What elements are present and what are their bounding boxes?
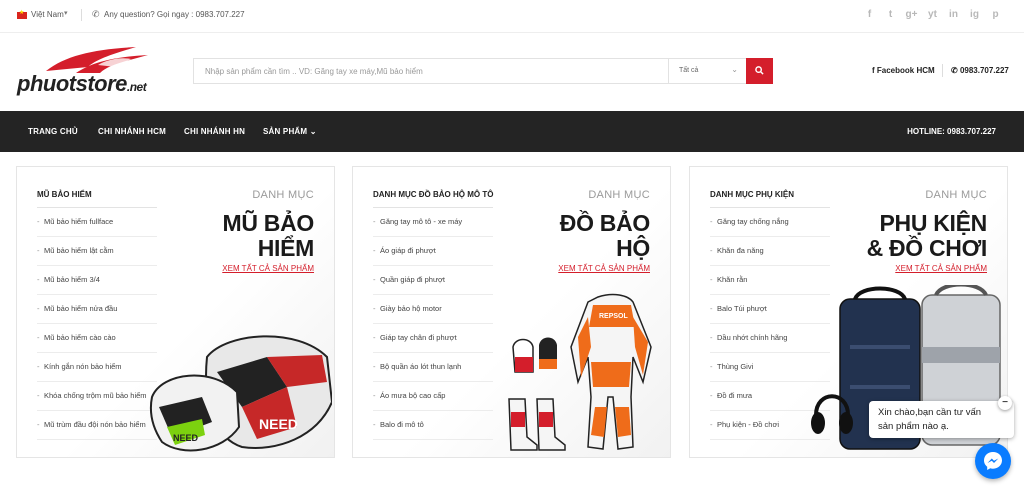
list-item[interactable]: Mũ trùm đầu đội nón bảo hiểm	[37, 411, 157, 440]
nav-item-hcm[interactable]: CHI NHÁNH HCM	[98, 127, 166, 136]
helmets-image: NEED NEED	[149, 335, 332, 452]
svg-text:NEED: NEED	[173, 433, 199, 443]
search-bar: Tất cả ⌄	[193, 58, 773, 84]
facebook-hcm-link[interactable]: f Facebook HCM	[872, 66, 935, 75]
search-icon	[755, 66, 764, 75]
social-links: f t g+ yt in ig p	[859, 8, 1006, 22]
divider	[0, 32, 1024, 33]
caret-down-icon[interactable]: ▾	[64, 9, 68, 17]
divider	[942, 64, 943, 77]
pinterest-icon[interactable]: p	[985, 8, 1006, 22]
panel-title: DANH MỤC ĐỒ BẢO HỘ MÔ TÔ	[373, 190, 494, 199]
list-item[interactable]: Quần giáp đi phượt	[373, 266, 493, 295]
panel-heading: PHỤ KIỆN & ĐỒ CHƠI	[866, 210, 988, 261]
see-all-link[interactable]: XEM TẤT CẢ SẢN PHẨM	[558, 264, 650, 273]
list-item[interactable]: Giày bảo hộ motor	[373, 295, 493, 324]
twitter-icon[interactable]: t	[880, 8, 901, 22]
search-category-label: Tất cả	[679, 67, 699, 74]
svg-text:NEED: NEED	[259, 416, 298, 432]
site-logo[interactable]: phuotstore.net	[16, 45, 181, 100]
panel-heading: ĐỒ BẢO HỘ	[559, 210, 651, 261]
search-button[interactable]	[746, 58, 773, 84]
svg-text:REPSOL: REPSOL	[599, 313, 629, 320]
instagram-icon[interactable]: ig	[964, 8, 985, 22]
phone-icon: ✆	[92, 9, 100, 19]
vietnam-flag-icon	[17, 9, 27, 19]
nav-hotline: HOTLINE: 0983.707.227	[907, 127, 996, 136]
list-item[interactable]: Mũ bảo hiểm lật cằm	[37, 237, 157, 266]
category-list: Găng tay mô tô - xe máy Áo giáp đi phượt…	[373, 208, 493, 440]
nav-item-home[interactable]: TRANG CHỦ	[28, 127, 78, 136]
racing-suit-image: REPSOL	[508, 293, 652, 451]
google-plus-icon[interactable]: g+	[901, 8, 922, 22]
header-phone[interactable]: ✆ 0983.707.227	[951, 66, 1009, 75]
divider	[81, 9, 82, 21]
logo-text: phuotstore.net	[17, 71, 147, 96]
close-icon[interactable]: −	[998, 396, 1012, 410]
language-selector[interactable]: Việt Nam	[31, 10, 64, 19]
chevron-down-icon: ⌄	[309, 127, 317, 136]
list-item[interactable]: Giáp tay chân đi phượt	[373, 324, 493, 353]
list-item[interactable]: Kính gắn nón bảo hiểm	[37, 353, 157, 382]
list-item[interactable]: Mũ bảo hiểm 3/4	[37, 266, 157, 295]
list-item[interactable]: Balo đi mô tô	[373, 411, 493, 440]
panel-title: DANH MỤC PHỤ KIỆN	[710, 190, 794, 199]
see-all-link[interactable]: XEM TẤT CẢ SẢN PHẨM	[222, 264, 314, 273]
top-bar: Việt Nam ▾ ✆ Any question? Gọi ngay : 09…	[0, 0, 1024, 32]
search-category-select[interactable]: Tất cả ⌄	[668, 59, 747, 83]
youtube-icon[interactable]: yt	[922, 8, 943, 22]
messenger-button[interactable]	[975, 443, 1011, 479]
list-item[interactable]: Mũ bảo hiểm cào cào	[37, 324, 157, 353]
see-all-link[interactable]: XEM TẤT CẢ SẢN PHẨM	[895, 264, 987, 273]
list-item[interactable]: Áo mưa bộ cao cấp	[373, 382, 493, 411]
main-nav: TRANG CHỦ CHI NHÁNH HCM CHI NHÁNH HN SẢN…	[0, 111, 1024, 152]
facebook-icon[interactable]: f	[859, 8, 880, 22]
messenger-icon	[984, 452, 1002, 470]
list-item[interactable]: Khăn đa năng	[710, 237, 830, 266]
chat-greeting-line: sản phẩm nào ạ.	[878, 421, 949, 432]
nav-item-hn[interactable]: CHI NHÁNH HN	[184, 127, 245, 136]
list-item[interactable]: Găng tay mô tô - xe máy	[373, 208, 493, 237]
panel-heading: MŨ BẢO HIỂM	[222, 210, 315, 261]
list-item[interactable]: Mũ bảo hiểm nửa đầu	[37, 295, 157, 324]
list-item[interactable]: Mũ bảo hiểm fullface	[37, 208, 157, 237]
chat-greeting-line: Xin chào,bạn cần tư vấn	[878, 407, 982, 418]
search-input[interactable]	[194, 59, 668, 83]
chat-greeting[interactable]: Xin chào,bạn cần tư vấn sản phẩm nào ạ.	[869, 401, 1014, 438]
category-panel-protective-gear: DANH MỤC ĐỒ BẢO HỘ MÔ TÔ Găng tay mô tô …	[352, 166, 671, 458]
nav-item-products[interactable]: SẢN PHẨM ⌄	[263, 127, 317, 136]
chevron-down-icon: ⌄	[731, 65, 738, 74]
category-panel-helmets: MŨ BẢO HIỂM Mũ bảo hiểm fullface Mũ bảo …	[16, 166, 335, 458]
panel-label: DANH MỤC	[925, 189, 987, 201]
panel-label: DANH MỤC	[252, 189, 314, 201]
list-item[interactable]: Áo giáp đi phượt	[373, 237, 493, 266]
category-list: Mũ bảo hiểm fullface Mũ bảo hiểm lật cằm…	[37, 208, 157, 440]
list-item[interactable]: Bộ quần áo lót thun lạnh	[373, 353, 493, 382]
panel-title: MŨ BẢO HIỂM	[37, 190, 92, 199]
list-item[interactable]: Khóa chống trộm mũ bảo hiểm	[37, 382, 157, 411]
list-item[interactable]: Găng tay chống nắng	[710, 208, 830, 237]
panel-label: DANH MỤC	[588, 189, 650, 201]
linkedin-icon[interactable]: in	[943, 8, 964, 22]
contact-question: Any question? Gọi ngay : 0983.707.227	[104, 10, 245, 19]
phone-icon: ✆	[951, 66, 960, 75]
